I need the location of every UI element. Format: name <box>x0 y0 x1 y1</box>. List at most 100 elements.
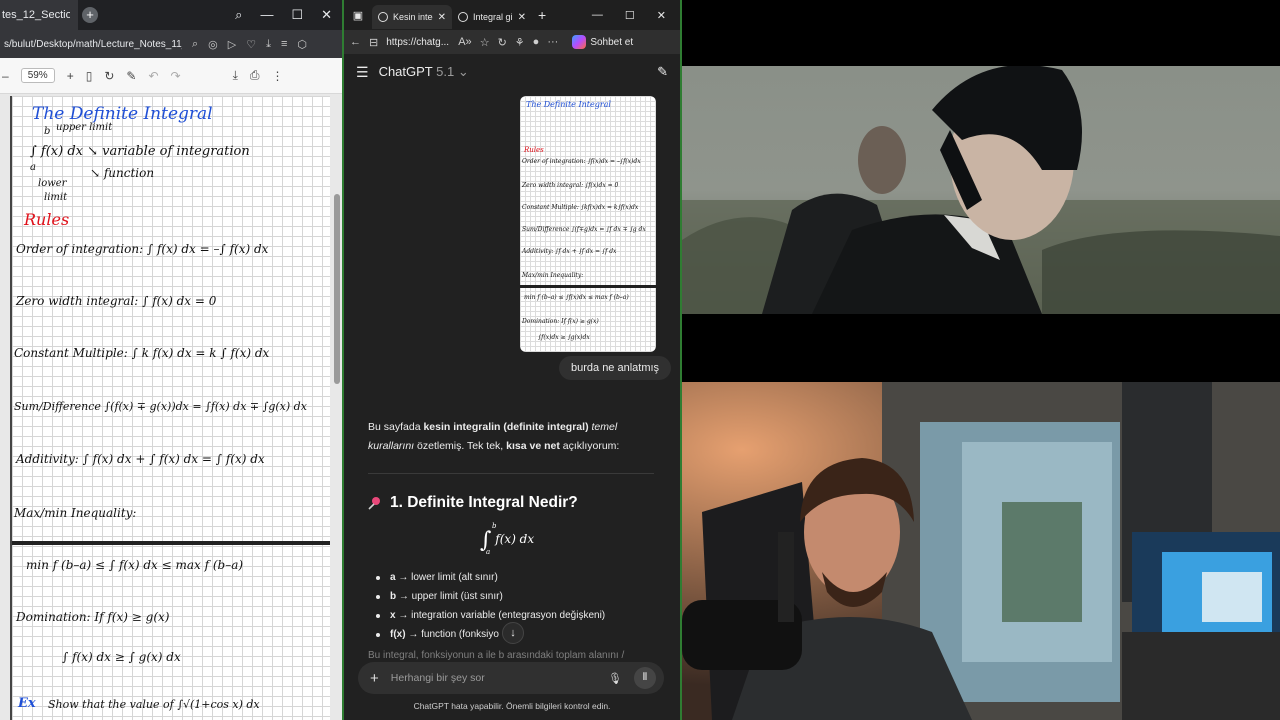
attach-plus-icon[interactable]: + <box>370 670 379 687</box>
intro-text: Bu sayfada <box>368 421 424 433</box>
list-item: a → lower limit (alt sınır) <box>375 568 605 587</box>
favorite-icon[interactable]: ♡ <box>246 38 256 51</box>
zoom-in-button[interactable]: + <box>67 69 74 83</box>
intro-text: özetlemiş. Tek tek, <box>414 440 507 452</box>
read-aloud-icon[interactable]: A» <box>458 36 471 48</box>
undo-icon[interactable]: ↶ <box>148 69 158 83</box>
edge-browser-window: ▣ Kesin integ ✕ Integral gi ✕ + — ☐ ✕ ← … <box>342 0 682 720</box>
draw-icon[interactable]: ✎ <box>126 69 136 83</box>
notes-example-label: Ex <box>18 696 36 711</box>
fit-page-icon[interactable]: ▯ <box>86 69 93 83</box>
redo-icon[interactable]: ↷ <box>171 69 181 83</box>
composer-input[interactable]: Herhangi bir şey sor <box>391 672 596 684</box>
edge-tab-strip: ▣ Kesin integ ✕ Integral gi ✕ + — ☐ ✕ <box>344 0 680 30</box>
refresh-icon[interactable]: ↻ <box>498 36 507 49</box>
zoom-level[interactable]: 59% <box>20 68 55 83</box>
favorite-star-icon[interactable]: ☆ <box>480 36 490 49</box>
screenshot-icon[interactable]: ◎ <box>208 38 218 51</box>
maximize-icon[interactable]: ☐ <box>291 7 303 23</box>
tab-actions-icon[interactable]: ▣ <box>344 9 372 22</box>
sidebar-toggle-icon[interactable]: ☰ <box>356 64 369 81</box>
message-composer[interactable]: + Herhangi bir şey sor 🎙︎ ⦀ <box>358 662 664 694</box>
edge-url[interactable]: https://chatg... <box>386 37 450 48</box>
tab-title: Integral gi <box>473 12 513 22</box>
list-item: f(x) → function (fonksiyo <box>375 625 605 644</box>
microphone-icon[interactable]: 🎙︎ <box>608 672 622 685</box>
model-selector[interactable]: ChatGPT 5.1 ⌄ <box>379 64 469 80</box>
chatgpt-favicon-icon <box>378 12 388 22</box>
item-key: a <box>390 572 396 583</box>
copilot-logo-icon <box>572 35 587 49</box>
item-key: b <box>390 591 397 602</box>
rotate-icon[interactable]: ↻ <box>104 69 114 83</box>
faded-paragraph: Bu integral, fonksiyonun a ile b arasınd… <box>368 650 625 661</box>
tab-title: Kesin integ <box>393 12 433 22</box>
mini-line: Zero width integral: ∫f(x)dx = 0 <box>522 182 619 189</box>
zoom-out-button[interactable]: – <box>2 69 9 83</box>
notes-integrand: ∫ f(x) dx ↘ variable of integration <box>30 144 250 159</box>
new-tab-icon[interactable]: + <box>538 7 546 23</box>
chatgpt-header: ☰ ChatGPT 5.1 ⌄ ✎ <box>344 54 680 90</box>
notes-order: Order of integration: ∫ f(x) dx = –∫ f(x… <box>16 242 269 256</box>
mini-line: Domination: If f(x) ≥ g(x) <box>522 318 599 325</box>
close-tab-icon[interactable]: ✕ <box>438 12 446 23</box>
new-chat-icon[interactable]: ✎ <box>657 64 668 80</box>
close-icon[interactable]: ✕ <box>657 9 666 22</box>
notes-b: b <box>44 126 51 137</box>
maximize-icon[interactable]: ☐ <box>625 9 635 22</box>
menu-icon[interactable]: ≡ <box>281 38 287 50</box>
pdf-tab[interactable]: tes_12_Section <box>0 0 78 30</box>
pushpin-icon <box>368 497 380 510</box>
list-item: b → upper limit (üst sınır) <box>375 587 605 606</box>
download-pdf-icon[interactable]: ⤓ <box>233 68 238 83</box>
webcam-scene-image <box>682 382 1280 720</box>
new-tab-button[interactable]: + <box>82 7 98 23</box>
notes-upper-limit: upper limit <box>56 122 113 133</box>
extensions-icon[interactable]: ⚘ <box>515 36 525 49</box>
divider <box>368 473 654 474</box>
copilot-button[interactable]: Sohbet et <box>572 35 633 49</box>
pdf-title-bar: tes_12_Section + ⌕ — ☐ ✕ <box>0 0 342 30</box>
close-tab-icon[interactable]: ✕ <box>518 12 526 23</box>
more-icon[interactable]: ⋮ <box>272 69 284 83</box>
uploaded-notes-image[interactable]: The Definite Integral Rules Order of int… <box>520 96 656 352</box>
minimize-icon[interactable]: — <box>260 7 273 23</box>
notes-title: The Definite Integral <box>32 104 213 124</box>
user-message-bubble: burda ne anlatmış <box>559 356 672 380</box>
profile-avatar-icon[interactable]: ● <box>533 36 540 48</box>
site-info-icon[interactable]: ⊟ <box>369 36 378 49</box>
print-icon[interactable]: ⎙ <box>250 68 260 83</box>
pdf-scrollbar[interactable] <box>334 194 340 384</box>
back-icon[interactable]: ← <box>350 36 361 48</box>
notes-sum: Sum/Difference ∫(f(x) ∓ g(x))dx = ∫f(x) … <box>14 400 307 413</box>
notes-constant: Constant Multiple: ∫ k f(x) dx = k ∫ f(x… <box>14 346 270 360</box>
desktop: tes_12_Section + ⌕ — ☐ ✕ s/bulut/Desktop… <box>0 0 1280 720</box>
zoom-lens-icon[interactable]: ⌕ <box>192 38 198 51</box>
notes-domination: Domination: If f(x) ≥ g(x) <box>16 610 170 624</box>
notes-additivity: Additivity: ∫ f(x) dx + ∫ f(x) dx = ∫ f(… <box>16 452 265 466</box>
scroll-down-arrow-icon[interactable]: ↓ <box>502 622 524 644</box>
minimize-icon[interactable]: — <box>592 9 603 22</box>
play-icon[interactable]: ▷ <box>228 38 236 51</box>
notes-inequality: min f (b–a) ≤ ∫ f(x) dx ≤ max f (b–a) <box>26 558 244 572</box>
rain-scene-image <box>682 0 1280 382</box>
mini-rules: Rules <box>524 146 544 154</box>
list-item: x → integration variable (entegrasyon de… <box>375 606 605 625</box>
extension-icon[interactable]: ⬡ <box>297 38 307 51</box>
search-icon[interactable]: ⌕ <box>235 7 242 23</box>
mini-line: Additivity: ∫f dx + ∫f dx = ∫f dx <box>522 248 617 255</box>
integral-formula: ∫ b a f(x) dx <box>480 522 534 556</box>
close-icon[interactable]: ✕ <box>321 7 332 23</box>
pdf-document-area[interactable]: The Definite Integral b upper limit ∫ f(… <box>0 94 342 720</box>
download-icon[interactable]: ⤓ <box>266 38 271 51</box>
pdf-url[interactable]: s/bulut/Desktop/math/Lecture_Notes_11_Se… <box>4 39 182 50</box>
mini-line: min f (b–a) ≤ ∫f(x)dx ≤ max f (b–a) <box>524 294 629 301</box>
voice-mode-icon[interactable]: ⦀ <box>634 667 656 689</box>
tab-kesin-integral[interactable]: Kesin integ ✕ <box>372 5 452 29</box>
pdf-tab-title: tes_12_Section <box>2 9 70 21</box>
intro-bold: kısa ve net <box>506 440 560 452</box>
tab-integral[interactable]: Integral gi ✕ <box>452 5 532 29</box>
item-text: → lower limit (alt sınır) <box>398 572 498 583</box>
intro-bold: kesin integralin (definite integral) <box>423 421 589 433</box>
more-options-icon[interactable]: ··· <box>547 36 558 48</box>
